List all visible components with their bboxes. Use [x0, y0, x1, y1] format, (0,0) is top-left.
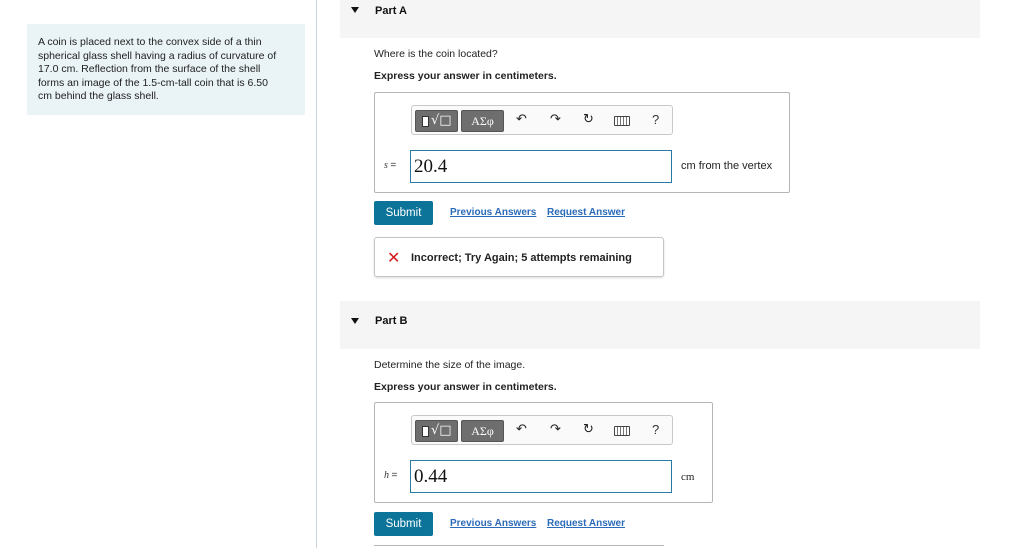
problem-line: cm behind the glass shell. — [38, 90, 159, 102]
problem-line: A coin is placed next to the convex side… — [38, 36, 262, 48]
problem-line: 17.0 cm. Reflection from the surface of … — [38, 63, 261, 75]
fraction-radical-template-icon[interactable]: √□ — [415, 420, 458, 442]
keyboard-icon[interactable] — [614, 116, 630, 126]
part-b-question: Determine the size of the image. — [374, 359, 526, 371]
help-button[interactable]: ? — [652, 112, 659, 127]
part-a-instruction: Express your answer in centimeters. — [374, 70, 557, 82]
answer-units: cm from the vertex — [681, 160, 773, 172]
request-answer-link[interactable]: Request Answer — [547, 207, 625, 218]
x-icon: ✕ — [387, 248, 401, 267]
reset-icon[interactable]: ↻ — [583, 112, 594, 127]
reset-icon[interactable]: ↻ — [583, 422, 594, 437]
variable-label: s = — [384, 160, 396, 171]
previous-answers-link[interactable]: Previous Answers — [450, 207, 536, 218]
part-a-title: Part A — [375, 5, 407, 17]
feedback-text: Incorrect; Try Again; 5 attempts remaini… — [411, 252, 632, 264]
collapse-arrow-icon[interactable] — [351, 7, 359, 13]
math-toolbar: √□ ΑΣφ ↶ ↷ ↻ ? — [411, 415, 673, 445]
greek-symbols-button[interactable]: ΑΣφ — [461, 420, 504, 442]
previous-answers-link[interactable]: Previous Answers — [450, 518, 536, 529]
answer-input[interactable]: 20.4 — [410, 150, 672, 183]
equals-sign: = — [391, 470, 398, 481]
variable-name: h — [384, 470, 389, 481]
request-answer-link[interactable]: Request Answer — [547, 518, 625, 529]
problem-line: forms an image of the 1.5-cm-tall coin t… — [38, 76, 268, 89]
problem-line: spherical glass shell having a radius of… — [38, 49, 277, 62]
redo-icon[interactable]: ↷ — [550, 422, 561, 437]
part-a-answer-box: √□ ΑΣφ ↶ ↷ ↻ ? s = 20.4 cm from the vert… — [374, 92, 790, 193]
undo-icon[interactable]: ↶ — [516, 422, 527, 437]
left-panel: A coin is placed next to the convex side… — [0, 0, 317, 548]
part-b-title: Part B — [375, 315, 408, 327]
keyboard-icon[interactable] — [614, 426, 630, 436]
answer-units: cm — [681, 471, 695, 483]
equals-sign: = — [390, 160, 397, 171]
problem-statement: A coin is placed next to the convex side… — [27, 24, 305, 115]
part-b-instruction: Express your answer in centimeters. — [374, 381, 557, 393]
feedback-message: ✕ Incorrect; Try Again; 5 attempts remai… — [374, 237, 664, 277]
math-toolbar: √□ ΑΣφ ↶ ↷ ↻ ? — [411, 105, 673, 135]
redo-icon[interactable]: ↷ — [550, 112, 561, 127]
part-a-question: Where is the coin located? — [374, 48, 498, 60]
part-b-answer-box: √□ ΑΣφ ↶ ↷ ↻ ? h = 0.44 cm — [374, 402, 713, 503]
submit-button[interactable]: Submit — [374, 201, 433, 225]
answer-input[interactable]: 0.44 — [410, 460, 672, 493]
submit-button[interactable]: Submit — [374, 512, 433, 536]
part-b-header[interactable]: Part B — [340, 301, 980, 349]
undo-icon[interactable]: ↶ — [516, 112, 527, 127]
part-a-header[interactable]: Part A — [340, 0, 980, 38]
collapse-arrow-icon[interactable] — [351, 318, 359, 324]
greek-symbols-button[interactable]: ΑΣφ — [461, 110, 504, 132]
variable-name: s — [384, 160, 388, 171]
help-button[interactable]: ? — [652, 422, 659, 437]
variable-label: h = — [384, 470, 397, 481]
fraction-radical-template-icon[interactable]: √□ — [415, 110, 458, 132]
